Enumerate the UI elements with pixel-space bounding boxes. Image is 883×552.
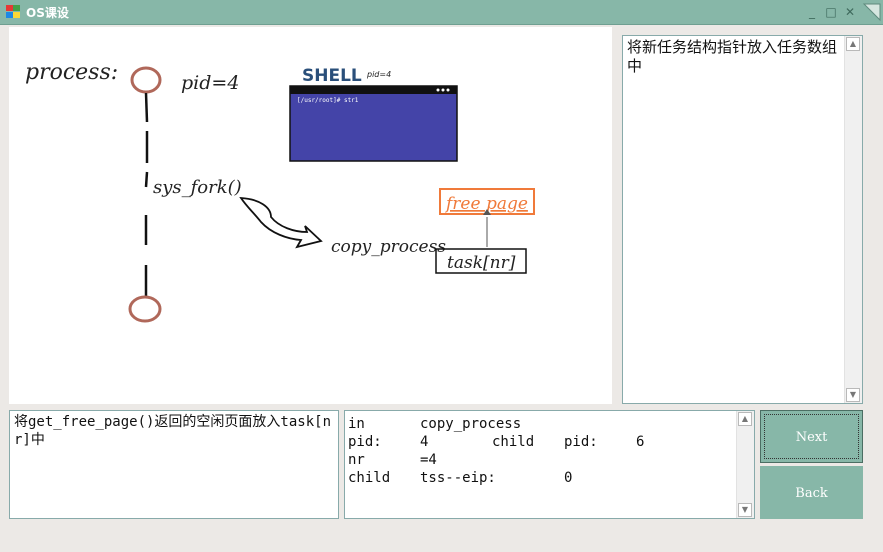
process-node-bottom — [128, 295, 162, 323]
state-cell: tss--eip: — [420, 470, 496, 486]
shell-terminal-titlebar — [290, 86, 457, 94]
diagram-svg: process: pid=4 sys_fork() copy_process S… — [25, 60, 535, 323]
description-textbox[interactable]: 将get_free_page()返回的空闲页面放入task[nr]中 — [9, 410, 339, 519]
corner-fold-icon — [862, 3, 881, 22]
state-cell: copy_process — [420, 416, 522, 432]
terminal-prompt: [/usr/root]# str1 — [297, 97, 359, 104]
scroll-up-icon[interactable]: ▲ — [846, 37, 860, 51]
maximize-button[interactable]: □ — [823, 4, 839, 20]
state-cell: child — [348, 470, 391, 486]
state-cell: pid: — [348, 434, 382, 450]
pid-label: pid=4 — [181, 72, 239, 94]
copy-process-label: copy_process — [331, 237, 446, 257]
scroll-down-icon[interactable]: ▼ — [738, 503, 752, 517]
info-text: 将新任务结构指针放入任务数组中 — [627, 38, 838, 75]
fork-arrow-icon — [239, 197, 323, 249]
task-label: task[nr] — [447, 253, 516, 273]
process-label: process: — [25, 60, 118, 85]
state-cell: child — [492, 434, 535, 450]
minimize-button[interactable]: _ — [804, 4, 820, 20]
shell-pid-label: pid=4 — [366, 70, 391, 79]
back-button[interactable]: Back — [760, 466, 863, 519]
title-bar: OS课设 _ □ ✕ — [0, 0, 883, 25]
focus-rect — [764, 414, 859, 459]
terminal-dot-icon — [441, 88, 445, 92]
terminal-dot-icon — [446, 88, 450, 92]
state-cell: nr — [348, 452, 365, 468]
state-cell: pid: — [564, 434, 598, 450]
terminal-dot-icon — [436, 88, 440, 92]
state-cell: =4 — [420, 452, 437, 468]
syscall-label: sys_fork() — [153, 177, 242, 198]
close-button[interactable]: ✕ — [842, 4, 858, 20]
app-icon — [6, 5, 20, 18]
window-title: OS课设 — [26, 6, 69, 20]
scroll-up-icon[interactable]: ▲ — [738, 412, 752, 426]
next-button[interactable]: Next — [760, 410, 863, 463]
state-cell: 6 — [636, 434, 645, 450]
info-textbox[interactable]: 将新任务结构指针放入任务数组中 ▲ ▼ — [622, 35, 863, 404]
state-scrollbar[interactable]: ▲ ▼ — [736, 411, 754, 518]
shell-title: SHELL — [302, 66, 362, 86]
state-textbox[interactable]: in copy_process pid: 4 child pid: 6 nr =… — [344, 410, 755, 519]
info-scrollbar[interactable]: ▲ ▼ — [844, 36, 862, 403]
timeline-segment — [144, 92, 149, 123]
state-cell: 4 — [420, 434, 429, 450]
scroll-down-icon[interactable]: ▼ — [846, 388, 860, 402]
description-text: 将get_free_page()返回的空闲页面放入task[nr]中 — [14, 414, 332, 448]
back-button-label: Back — [795, 486, 828, 501]
timeline-segment — [144, 171, 149, 188]
state-cell: in — [348, 416, 365, 432]
state-cell: 0 — [564, 470, 573, 486]
diagram-canvas: process: pid=4 sys_fork() copy_process S… — [9, 27, 612, 404]
process-node-top — [130, 66, 162, 94]
